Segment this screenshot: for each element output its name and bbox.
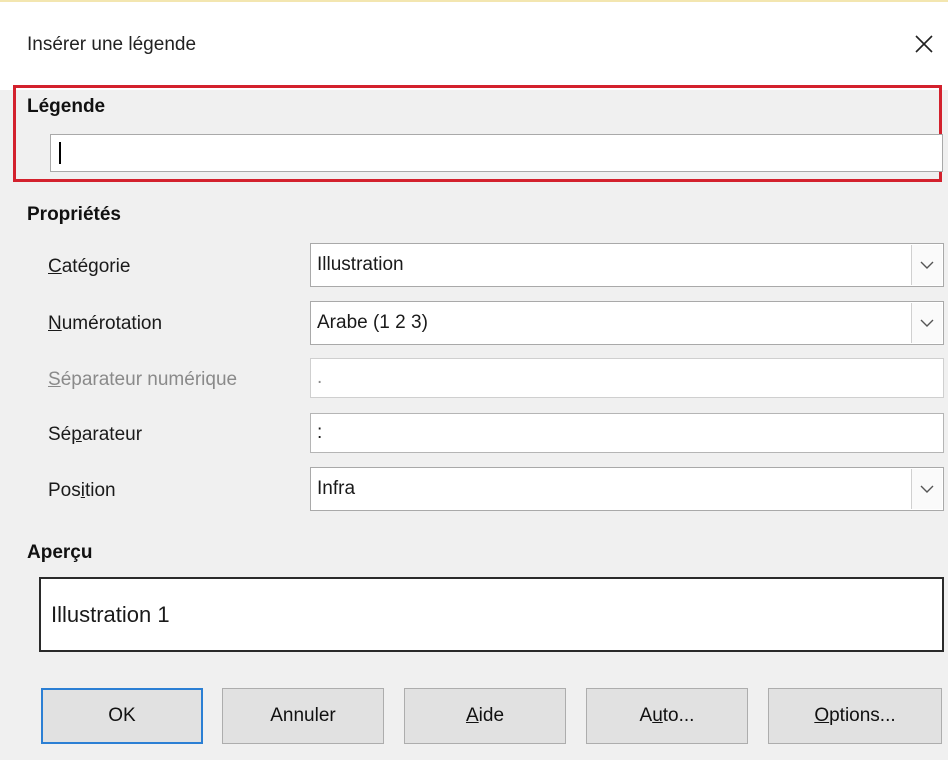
position-dropdown-button[interactable] <box>911 469 942 509</box>
preview-section-label: Aperçu <box>27 542 93 563</box>
separator-label: Séparateur <box>48 424 143 445</box>
numbering-select[interactable]: Arabe (1 2 3) <box>310 301 944 345</box>
position-label: Position <box>48 480 116 501</box>
category-value: Illustration <box>317 254 404 275</box>
category-label: Catégorie <box>48 256 131 277</box>
options-button[interactable]: Options... <box>768 688 942 744</box>
title-bar: Insérer une légende <box>0 0 948 90</box>
help-button[interactable]: Aide <box>404 688 566 744</box>
position-select[interactable]: Infra <box>310 467 944 511</box>
chevron-down-icon <box>920 261 934 269</box>
chevron-down-icon <box>920 485 934 493</box>
separator-field[interactable]: : <box>310 413 944 453</box>
numbering-value: Arabe (1 2 3) <box>317 312 428 333</box>
close-icon <box>915 35 933 53</box>
category-select[interactable]: Illustration <box>310 243 944 287</box>
category-dropdown-button[interactable] <box>911 245 942 285</box>
preview-box: Illustration 1 <box>39 577 944 652</box>
dialog-title: Insérer une légende <box>27 34 197 55</box>
legend-section-label: Légende <box>27 96 106 117</box>
close-button[interactable] <box>908 28 940 60</box>
text-caret <box>59 142 61 164</box>
numeric-separator-label: Séparateur numérique <box>48 369 238 390</box>
numbering-label: Numérotation <box>48 313 163 334</box>
numbering-dropdown-button[interactable] <box>911 303 942 343</box>
preview-text: Illustration 1 <box>51 601 170 627</box>
properties-section-label: Propriétés <box>27 204 121 225</box>
separator-value: : <box>317 422 323 443</box>
legend-input[interactable] <box>50 134 943 172</box>
numeric-separator-field[interactable]: . <box>310 358 944 398</box>
position-value: Infra <box>317 478 356 499</box>
cancel-button[interactable]: Annuler <box>222 688 384 744</box>
chevron-down-icon <box>920 319 934 327</box>
numeric-separator-value: . <box>317 367 323 388</box>
auto-button[interactable]: Au to... <box>586 688 748 744</box>
ok-button[interactable]: OK <box>41 688 203 744</box>
